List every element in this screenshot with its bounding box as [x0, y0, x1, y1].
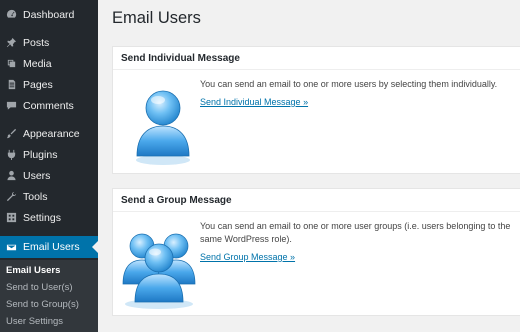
- pin-icon: [5, 37, 17, 49]
- send-individual-message-link[interactable]: Send Individual Message »: [200, 97, 308, 107]
- submenu-item-send-to-users[interactable]: Send to User(s): [6, 282, 73, 293]
- user-group-icon: [122, 233, 196, 309]
- menu-item-dashboard[interactable]: Dashboard: [0, 4, 98, 25]
- individual-box-header: Send Individual Message: [113, 47, 520, 70]
- group-message-box: Send a Group Message You can send an ema…: [112, 188, 520, 316]
- users-icon: [5, 170, 17, 182]
- menu-label: Plugins: [23, 148, 58, 161]
- menu-label: Comments: [23, 99, 74, 112]
- menu-label: Pages: [23, 78, 53, 91]
- menu-label: Media: [23, 57, 52, 70]
- menu-item-pages[interactable]: Pages: [0, 74, 98, 95]
- page-title: Email Users: [112, 9, 201, 27]
- menu-item-plugins[interactable]: Plugins: [0, 144, 98, 165]
- email-users-submenu: Email Users Send to User(s) Send to Grou…: [0, 260, 98, 332]
- single-user-icon: [136, 90, 190, 165]
- wrench-icon: [5, 191, 17, 203]
- menu-item-comments[interactable]: Comments: [0, 95, 98, 116]
- group-box-header: Send a Group Message: [113, 189, 520, 212]
- menu-label: Dashboard: [23, 8, 75, 21]
- active-indicator: [92, 241, 98, 253]
- dashboard-icon: [5, 9, 17, 21]
- menu-label: Settings: [23, 211, 61, 224]
- menu-label: Tools: [23, 190, 48, 203]
- submenu-item-user-settings[interactable]: User Settings: [6, 316, 63, 327]
- menu-item-posts[interactable]: Posts: [0, 32, 98, 53]
- menu-label: Users: [23, 169, 51, 182]
- menu-item-media[interactable]: Media: [0, 53, 98, 74]
- settings-icon: [5, 212, 17, 224]
- email-icon: [5, 241, 17, 253]
- brush-icon: [5, 128, 17, 140]
- menu-item-appearance[interactable]: Appearance: [0, 123, 98, 144]
- submenu-item-email-users[interactable]: Email Users: [6, 265, 60, 276]
- pages-icon: [5, 79, 17, 91]
- group-description: You can send an email to one or more use…: [200, 221, 511, 244]
- menu-item-tools[interactable]: Tools: [0, 186, 98, 207]
- media-icon: [5, 58, 17, 70]
- submenu-item-send-to-groups[interactable]: Send to Group(s): [6, 299, 79, 310]
- individual-message-box: Send Individual Message You can send an: [112, 46, 520, 174]
- menu-label: Posts: [23, 36, 50, 49]
- menu-label: Appearance: [23, 127, 80, 140]
- menu-item-email-users[interactable]: Email Users: [0, 236, 98, 258]
- comment-icon: [5, 100, 17, 112]
- admin-sidebar: Dashboard Posts Media Pages Comments App…: [0, 0, 98, 332]
- menu-item-settings[interactable]: Settings: [0, 207, 98, 228]
- plugin-icon: [5, 149, 17, 161]
- menu-label: Email Users: [23, 241, 80, 253]
- individual-description: You can send an email to one or more use…: [200, 79, 498, 89]
- send-group-message-link[interactable]: Send Group Message »: [200, 252, 295, 262]
- menu-item-users[interactable]: Users: [0, 165, 98, 186]
